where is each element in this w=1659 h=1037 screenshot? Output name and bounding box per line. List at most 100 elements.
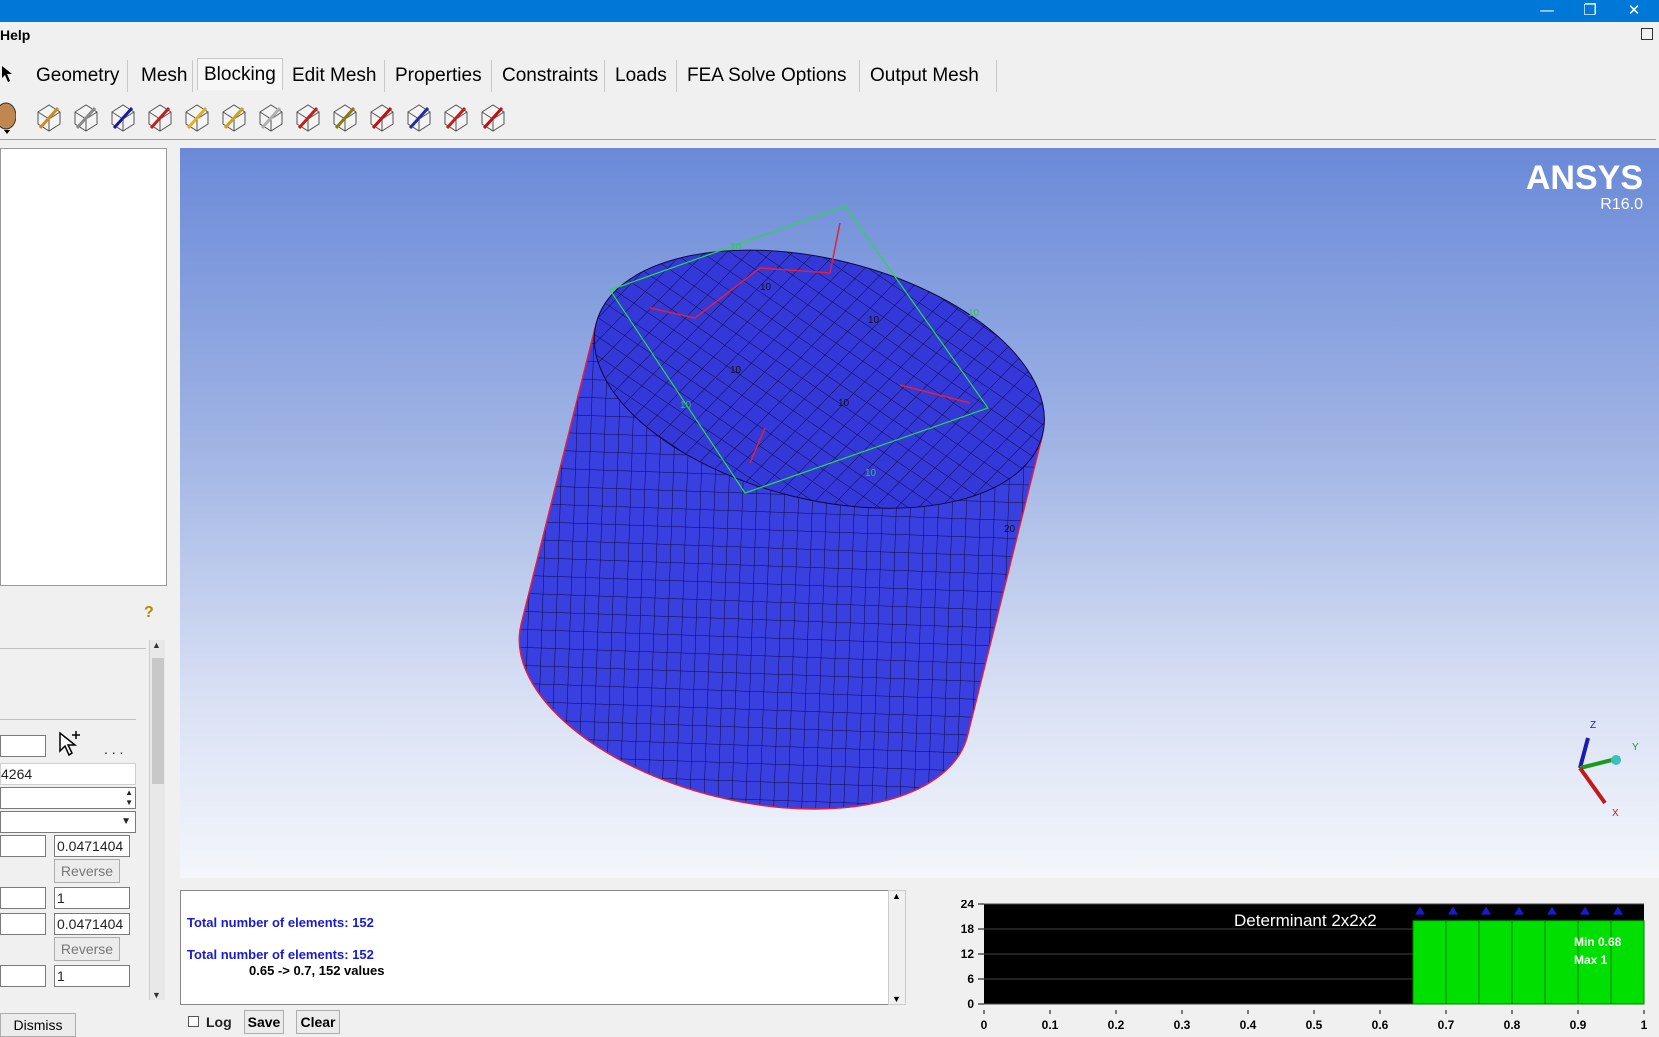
select-cursor-icon[interactable] <box>54 729 84 759</box>
title-bar: — ❐ ✕ <box>0 0 1659 22</box>
minimize-icon[interactable]: — <box>1527 0 1567 22</box>
svg-text:Y: Y <box>1632 742 1639 753</box>
x-tick-label: 0.9 <box>1570 1018 1587 1032</box>
tab-mesh[interactable]: Mesh <box>135 60 193 92</box>
x-tick-label: 0.4 <box>1240 1018 1257 1032</box>
svg-text:10: 10 <box>760 282 772 293</box>
tab-constraints[interactable]: Constraints <box>496 60 605 92</box>
tab-fea-solve-options[interactable]: FEA Solve Options <box>681 60 860 92</box>
divider <box>0 719 136 720</box>
tab-properties[interactable]: Properties <box>389 60 492 92</box>
scrollbar-thumb[interactable] <box>152 658 164 784</box>
scroll-down-icon[interactable]: ▼ <box>892 994 901 1004</box>
ratio2-slider-field[interactable] <box>0 965 46 987</box>
ratio2-input[interactable]: 1 <box>54 965 130 987</box>
svg-text:10: 10 <box>865 468 877 479</box>
log-label: Log <box>206 1014 232 1030</box>
histogram-max-label: Max 1 <box>1574 953 1608 967</box>
create-block-icon[interactable] <box>32 100 66 134</box>
x-tick-label: 0 <box>981 1018 988 1032</box>
move-vertex-icon[interactable] <box>217 100 251 134</box>
edit-block-icon[interactable] <box>143 100 177 134</box>
message-line: Total number of elements: 152 <box>187 947 374 962</box>
x-tick-label: 0.3 <box>1174 1018 1191 1032</box>
svg-text:10: 10 <box>868 315 880 326</box>
spacing2-input[interactable]: 0.0471404 <box>54 913 130 935</box>
svg-text:Z: Z <box>1590 720 1596 731</box>
blocking-toolbar <box>0 96 1656 140</box>
y-tick-label: 24 <box>961 900 975 911</box>
merge-vertices-icon[interactable] <box>106 100 140 134</box>
cylinder-part-icon[interactable] <box>0 100 16 134</box>
svg-text:10: 10 <box>730 365 742 376</box>
histogram-min-label: Min 0.68 <box>1574 935 1622 949</box>
message-line: 0.65 -> 0.7, 152 values <box>249 963 385 978</box>
x-tick-label: 0.2 <box>1108 1018 1125 1032</box>
check-blocks-icon[interactable] <box>439 100 473 134</box>
tab-loads[interactable]: Loads <box>609 60 677 92</box>
split-block-icon[interactable] <box>69 100 103 134</box>
nodes-field[interactable]: 4264 <box>0 763 136 785</box>
spacing1-input[interactable]: 0.0471404 <box>54 835 130 857</box>
svg-text:10: 10 <box>838 398 850 409</box>
help-icon[interactable]: ? <box>144 604 154 622</box>
y-tick-label: 6 <box>967 972 974 986</box>
graphics-viewport[interactable]: ANSYS R16.0 10 10 10 10 10 10 10 10 20 Z… <box>180 148 1659 878</box>
svg-text:X: X <box>1612 808 1619 819</box>
svg-text:10: 10 <box>968 308 980 319</box>
svg-text:20: 20 <box>1004 524 1016 535</box>
tab-output-mesh[interactable]: Output Mesh <box>864 60 997 92</box>
pre-mesh-smooth-icon[interactable] <box>402 100 436 134</box>
clear-button[interactable]: Clear <box>296 1010 340 1034</box>
reverse2-button[interactable]: Reverse <box>54 937 120 961</box>
y-tick-label: 0 <box>967 997 974 1010</box>
scroll-up-icon[interactable]: ▲ <box>892 891 901 901</box>
quality-histogram[interactable]: 0 6 12 18 24 Determinant 2x2x2 Min 0.68 Max 1 <box>940 900 1652 1010</box>
x-tick-label: 0.8 <box>1504 1018 1521 1032</box>
message-scrollbar[interactable]: ▲ ▼ <box>888 890 906 1005</box>
close-icon[interactable]: ✕ <box>1614 0 1654 22</box>
tab-blocking[interactable]: Blocking <box>197 58 283 90</box>
model-tree-panel[interactable] <box>0 148 167 586</box>
histogram-bar <box>1445 920 1480 1005</box>
svg-text:10: 10 <box>730 242 742 253</box>
y-tick-label: 12 <box>961 947 975 961</box>
more-options[interactable]: . . . <box>104 741 123 757</box>
scroll-up-icon[interactable]: ▲ <box>152 640 161 650</box>
x-tick-label: 0.1 <box>1042 1018 1059 1032</box>
save-button[interactable]: Save <box>244 1010 284 1034</box>
pre-mesh-params-icon[interactable] <box>328 100 362 134</box>
edge-select-input[interactable] <box>0 735 46 757</box>
edit-edge-icon[interactable] <box>291 100 325 134</box>
histogram-x-axis: 0 0.1 0.2 0.3 0.4 0.5 0.6 0.7 0.8 0.9 1 <box>981 1010 1648 1032</box>
delete-block-icon[interactable] <box>476 100 510 134</box>
spacing2-slider-field[interactable] <box>0 913 46 935</box>
x-tick-label: 1 <box>1641 1018 1648 1032</box>
associate-icon[interactable] <box>180 100 214 134</box>
mesh-law-dropdown[interactable]: ▼ <box>0 811 136 833</box>
y-tick-label: 18 <box>961 922 975 936</box>
parameters-form: . . . 4264 ▲ ▼ ▼ 0.0471404 Reverse 1 0.04… <box>0 648 146 998</box>
histogram-title: Determinant 2x2x2 <box>1234 911 1377 930</box>
float-panel-icon[interactable] <box>1641 28 1653 40</box>
restore-window-icon[interactable]: ❐ <box>1570 0 1610 22</box>
transform-blocks-icon[interactable] <box>254 100 288 134</box>
parameters-panel: ? . . . 4264 ▲ ▼ ▼ 0.0471404 Reverse 1 0.… <box>0 596 167 1001</box>
tab-geometry[interactable]: Geometry <box>30 60 128 92</box>
log-checkbox[interactable] <box>188 1016 199 1027</box>
scroll-down-icon[interactable]: ▼ <box>152 990 161 1000</box>
reverse1-button[interactable]: Reverse <box>54 859 120 883</box>
pre-mesh-quality-icon[interactable] <box>365 100 399 134</box>
menu-help[interactable]: Help <box>0 27 30 43</box>
pointer-arrow-icon[interactable] <box>0 64 16 84</box>
ratio1-input[interactable]: 1 <box>54 887 130 909</box>
x-tick-label: 0.5 <box>1306 1018 1323 1032</box>
dismiss-button[interactable]: Dismiss <box>0 1013 76 1037</box>
spacing1-slider-field[interactable] <box>0 835 46 857</box>
tab-edit-mesh[interactable]: Edit Mesh <box>286 60 385 92</box>
message-window[interactable]: Total number of elements: 152 Total numb… <box>180 890 890 1005</box>
mesh-law-spinner[interactable]: ▲ ▼ <box>0 787 136 809</box>
parameters-scrollbar[interactable]: ▲ ▼ <box>149 640 165 1000</box>
x-tick-label: 0.6 <box>1372 1018 1389 1032</box>
ratio1-slider-field[interactable] <box>0 887 46 909</box>
